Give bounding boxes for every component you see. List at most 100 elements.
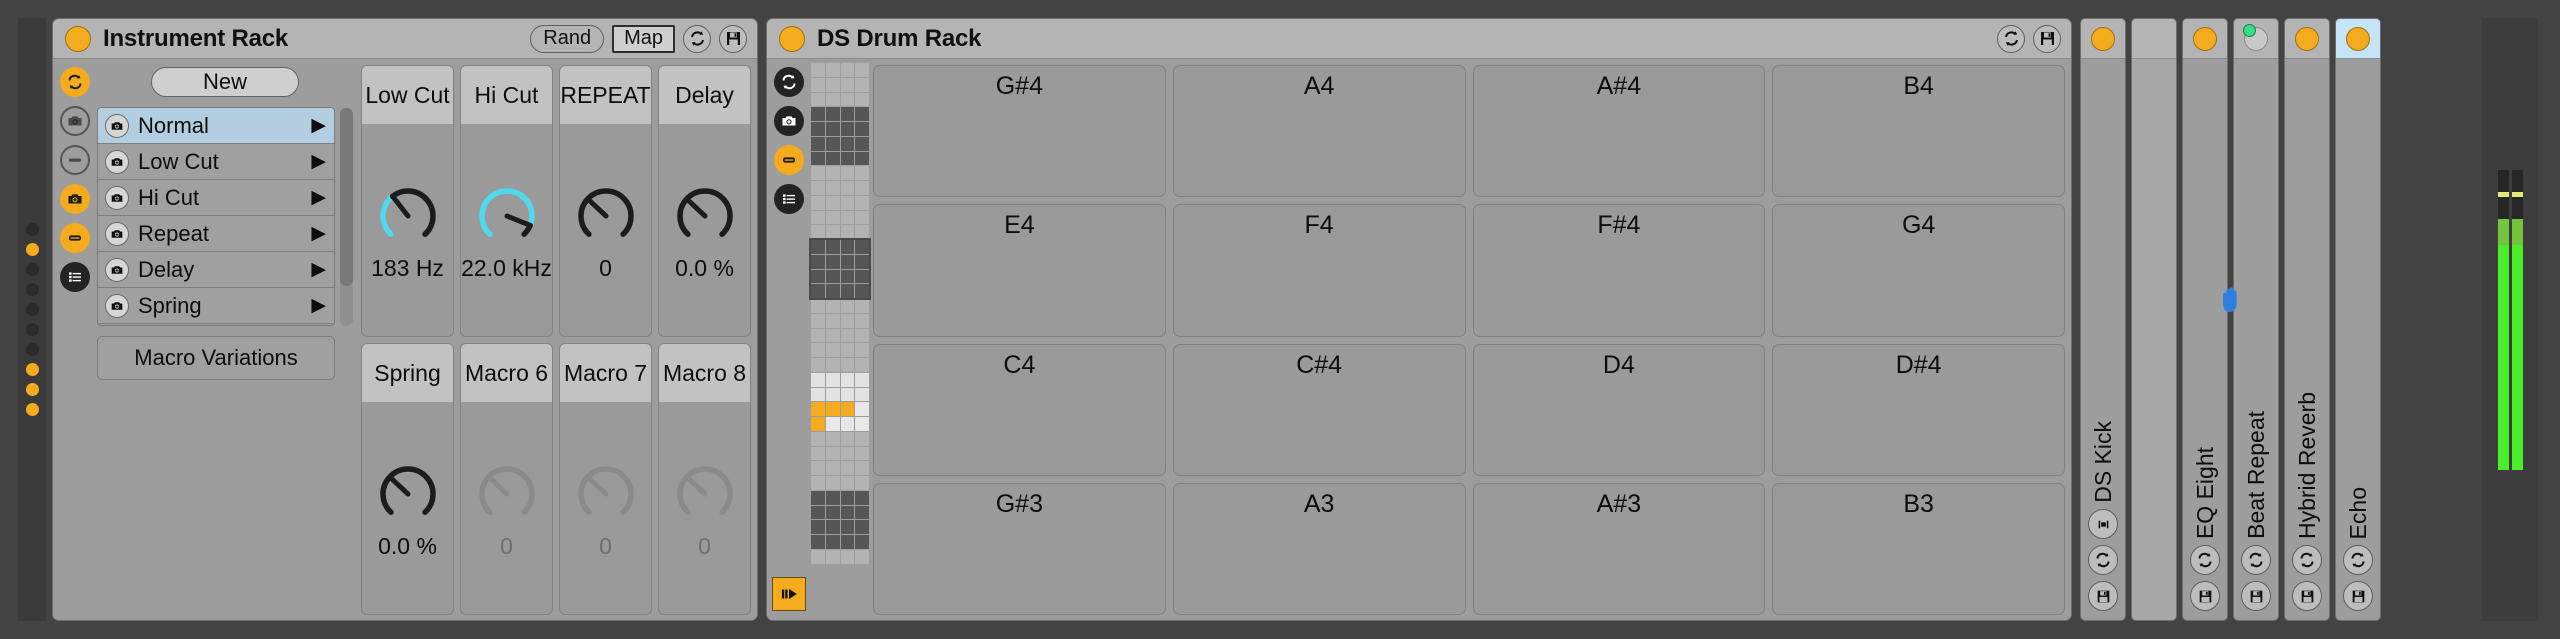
drum-pad[interactable]: E4 bbox=[873, 204, 1166, 336]
drum-pad-overview-cell[interactable] bbox=[826, 432, 840, 446]
drum-pad-overview-cell[interactable] bbox=[811, 491, 825, 505]
drum-pad-overview-cell[interactable] bbox=[811, 122, 825, 136]
drum-pad-overview-cell[interactable] bbox=[811, 432, 825, 446]
drum-pad-overview-cell[interactable] bbox=[811, 137, 825, 151]
drum-pad-overview-cell[interactable] bbox=[841, 432, 855, 446]
chain-list-scroll-thumb[interactable] bbox=[340, 108, 353, 286]
drum-pad-overview-cell[interactable] bbox=[826, 78, 840, 92]
chevron-right-icon[interactable]: ▶ bbox=[311, 152, 326, 171]
drum-pad-overview-cell[interactable] bbox=[855, 225, 869, 239]
drum-pad-overview-cell[interactable] bbox=[855, 122, 869, 136]
drum-pad-overview-cell[interactable] bbox=[841, 270, 855, 284]
drum-pad-overview-cell[interactable] bbox=[811, 373, 825, 387]
drum-pad[interactable]: A3 bbox=[1173, 483, 1466, 615]
show-macros-icon[interactable] bbox=[60, 184, 90, 214]
drum-pad-overview-cell[interactable] bbox=[826, 93, 840, 107]
device-power-button[interactable] bbox=[2091, 27, 2115, 51]
drum-pad-overview-cell[interactable] bbox=[841, 93, 855, 107]
chain-device-icon[interactable] bbox=[105, 186, 129, 210]
chain-device-icon[interactable] bbox=[105, 222, 129, 246]
device-strip-header[interactable] bbox=[2132, 19, 2176, 59]
chain-row[interactable]: Low Cut▶ bbox=[98, 144, 334, 180]
drum-pad-overview-cell[interactable] bbox=[811, 417, 825, 431]
chevron-right-icon[interactable]: ▶ bbox=[311, 188, 326, 207]
hot-swap-icon[interactable] bbox=[2088, 545, 2118, 575]
drum-pad-overview-cell[interactable] bbox=[826, 358, 840, 372]
macro-variations-button[interactable]: Macro Variations bbox=[97, 336, 335, 380]
drum-pad-overview-cell[interactable] bbox=[811, 461, 825, 475]
drum-pad-overview-cell[interactable] bbox=[826, 240, 840, 254]
drum-pad-overview-cell[interactable] bbox=[826, 550, 840, 564]
drum-pad-overview-cell[interactable] bbox=[855, 343, 869, 357]
chevron-right-icon[interactable]: ▶ bbox=[311, 296, 326, 315]
add-chain-icon[interactable] bbox=[774, 106, 804, 136]
drum-pad-overview-cell[interactable] bbox=[826, 122, 840, 136]
drum-pad-overview-cell[interactable] bbox=[841, 314, 855, 328]
drum-pad-overview-cell[interactable] bbox=[841, 284, 855, 298]
drum-pad-overview-cell[interactable] bbox=[855, 432, 869, 446]
preview-play-icon[interactable] bbox=[772, 577, 806, 611]
drum-pad[interactable]: A4 bbox=[1173, 65, 1466, 197]
chevron-right-icon[interactable]: ▶ bbox=[311, 116, 326, 135]
drum-pad-overview-cell[interactable] bbox=[826, 225, 840, 239]
drum-pad-overview-cell[interactable] bbox=[855, 550, 869, 564]
macro-knob[interactable]: 0 bbox=[659, 402, 750, 614]
remove-chain-icon[interactable] bbox=[60, 145, 90, 175]
drum-pad-overview-cell[interactable] bbox=[811, 196, 825, 210]
instrument-rack-power-button[interactable] bbox=[65, 26, 91, 52]
drum-pad[interactable]: F#4 bbox=[1473, 204, 1766, 336]
chain-list-scrollbar[interactable] bbox=[340, 108, 353, 326]
drum-pad-overview-cell[interactable] bbox=[826, 314, 840, 328]
device-strip[interactable]: Beat Repeat bbox=[2233, 18, 2279, 621]
drum-pad[interactable]: G#3 bbox=[873, 483, 1166, 615]
drum-pad[interactable]: D4 bbox=[1473, 344, 1766, 476]
drum-pad-overview-cell[interactable] bbox=[826, 343, 840, 357]
drum-pad-overview-cell[interactable] bbox=[841, 107, 855, 121]
drum-pad-overview-cell[interactable] bbox=[811, 476, 825, 490]
drum-pad-overview-cell[interactable] bbox=[826, 107, 840, 121]
device-strip[interactable]: EQ Eight bbox=[2182, 18, 2228, 621]
drum-pad[interactable]: C#4 bbox=[1173, 344, 1466, 476]
hot-swap-icon[interactable] bbox=[2241, 545, 2271, 575]
hot-swap-icon[interactable] bbox=[683, 25, 711, 53]
drum-pad-overview-cell[interactable] bbox=[811, 447, 825, 461]
drum-pad-overview-cell[interactable] bbox=[855, 78, 869, 92]
chain-device-icon[interactable] bbox=[105, 150, 129, 174]
drum-pad-overview-cell[interactable] bbox=[826, 137, 840, 151]
drum-pad-overview-cell[interactable] bbox=[855, 196, 869, 210]
drum-pad-overview-cell[interactable] bbox=[826, 166, 840, 180]
drum-pad-overview-cell[interactable] bbox=[841, 461, 855, 475]
drum-pad-overview-cell[interactable] bbox=[826, 388, 840, 402]
drum-pad-overview-cell[interactable] bbox=[811, 93, 825, 107]
drum-pad-overview-cell[interactable] bbox=[855, 137, 869, 151]
drum-pad-overview-cell[interactable] bbox=[855, 181, 869, 195]
drum-pad[interactable]: A#3 bbox=[1473, 483, 1766, 615]
drum-pad-overview-cell[interactable] bbox=[811, 225, 825, 239]
hot-swap-icon[interactable] bbox=[774, 67, 804, 97]
macro-control[interactable]: Delay0.0 % bbox=[658, 65, 751, 337]
drum-pad-overview-cell[interactable] bbox=[811, 166, 825, 180]
drum-pad-overview-cell[interactable] bbox=[826, 211, 840, 225]
drum-pad[interactable]: G4 bbox=[1772, 204, 2065, 336]
drum-pad-overview-cell[interactable] bbox=[826, 181, 840, 195]
drum-pad-overview-cell[interactable] bbox=[855, 211, 869, 225]
chain-row[interactable]: Repeat▶ bbox=[98, 216, 334, 252]
chain-device-icon[interactable] bbox=[105, 114, 129, 138]
device-power-button[interactable] bbox=[2295, 27, 2319, 51]
drum-pad-overview-cell[interactable] bbox=[855, 373, 869, 387]
drum-pad-overview-cell[interactable] bbox=[855, 535, 869, 549]
drum-pad-overview-cell[interactable] bbox=[841, 476, 855, 490]
rand-button[interactable]: Rand bbox=[530, 25, 604, 53]
drum-pad-overview-cell[interactable] bbox=[855, 417, 869, 431]
drum-pad-overview-cell[interactable] bbox=[841, 299, 855, 313]
drum-pad-overview-cell[interactable] bbox=[811, 270, 825, 284]
device-strip-header[interactable] bbox=[2234, 19, 2278, 59]
new-chain-button[interactable]: New bbox=[151, 67, 299, 97]
drum-pad-overview-cell[interactable] bbox=[855, 402, 869, 416]
drum-pad[interactable]: A#4 bbox=[1473, 65, 1766, 197]
drum-pad-overview-cell[interactable] bbox=[826, 373, 840, 387]
device-strip[interactable]: Echo bbox=[2335, 18, 2381, 621]
drum-pad-overview-cell[interactable] bbox=[826, 535, 840, 549]
chevron-right-icon[interactable]: ▶ bbox=[311, 260, 326, 279]
device-power-button[interactable] bbox=[2346, 27, 2370, 51]
